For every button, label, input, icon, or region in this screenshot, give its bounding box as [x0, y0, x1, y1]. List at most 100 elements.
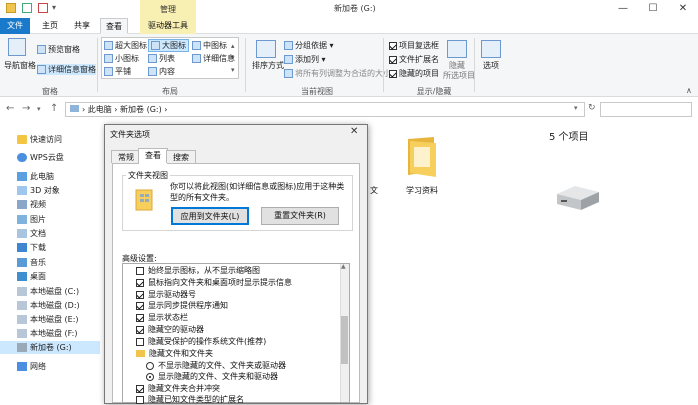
up-arrow-icon[interactable]: ↑ — [50, 103, 58, 114]
option-hide-empty-drives[interactable]: 隐藏空的驱动器 — [136, 324, 204, 335]
layout-list[interactable]: 列表 — [148, 53, 175, 64]
scrollbar-thumb[interactable] — [341, 316, 348, 364]
fit-columns-button[interactable]: 将所有列调整为合适的大小 — [284, 68, 391, 79]
navigation-pane-button[interactable]: 导航窗格 — [4, 60, 36, 71]
maximize-button[interactable]: ☐ — [638, 0, 668, 18]
nav-videos[interactable]: 视频 — [0, 198, 100, 211]
refresh-icon[interactable]: ↻ — [588, 103, 596, 113]
layout-medium[interactable]: 中图标 — [192, 40, 227, 51]
properties-icon[interactable] — [22, 3, 32, 13]
nav-drive-d[interactable]: 本地磁盘 (D:) — [0, 299, 100, 312]
option-label: 显示隐藏的文件、文件夹和驱动器 — [158, 372, 278, 381]
tab-drive-tools[interactable]: 驱动器工具 — [140, 18, 196, 34]
option-show-sync-notifications[interactable]: 显示同步提供程序通知 — [136, 300, 228, 311]
nav-quick-access[interactable]: 快速访问 — [0, 133, 100, 146]
nav-this-pc[interactable]: 此电脑 — [0, 170, 100, 183]
preview-pane-button[interactable]: 预览窗格 — [37, 44, 80, 55]
nav-3d-objects[interactable]: 3D 对象 — [0, 184, 100, 197]
breadcrumb-drive-g[interactable]: 新加卷 (G:) — [120, 105, 162, 114]
dialog-tab-general[interactable]: 常规 — [111, 150, 141, 163]
option-hide-protected-os-files[interactable]: 隐藏受保护的操作系统文件(推荐) — [136, 336, 266, 347]
sort-by-button[interactable]: 排序方式 — [252, 60, 284, 71]
item-checkboxes-toggle[interactable]: 项目复选框 — [389, 40, 439, 51]
nav-label: 本地磁盘 (D:) — [30, 301, 80, 310]
radio-unselected-icon — [146, 361, 154, 370]
nav-drive-e[interactable]: 本地磁盘 (E:) — [0, 313, 100, 326]
option-hide-merge-conflicts[interactable]: 隐藏文件夹合并冲突 — [136, 383, 220, 394]
folder-icon[interactable] — [404, 133, 438, 179]
hidden-items-label: 隐藏的项目 — [399, 69, 439, 78]
nav-drive-f[interactable]: 本地磁盘 (F:) — [0, 327, 100, 340]
checkbox-checked-icon — [136, 325, 144, 334]
hidden-items-toggle[interactable]: 隐藏的项目 — [389, 68, 439, 79]
option-label: 隐藏文件夹合并冲突 — [148, 384, 220, 393]
tab-home[interactable]: 主页 — [36, 18, 64, 34]
nav-network[interactable]: 网络 — [0, 360, 100, 373]
layout-extra-large[interactable]: 超大图标 — [104, 40, 147, 51]
option-show-drive-letters[interactable]: 显示驱动器号 — [136, 289, 196, 300]
option-label: 显示驱动器号 — [148, 290, 196, 299]
option-show-status-bar[interactable]: 显示状态栏 — [136, 312, 188, 323]
tab-view[interactable]: 查看 — [100, 18, 128, 34]
details-pane-label: 详细信息窗格 — [48, 65, 96, 74]
nav-pictures[interactable]: 图片 — [0, 213, 100, 226]
search-input[interactable] — [600, 102, 692, 117]
tab-share[interactable]: 共享 — [68, 18, 96, 34]
add-columns-label: 添加列 — [295, 55, 319, 64]
radio-selected-icon — [146, 372, 154, 381]
nav-label: 音乐 — [30, 258, 46, 267]
layout-tiles[interactable]: 平铺 — [104, 66, 131, 77]
nav-label: 此电脑 — [30, 172, 54, 181]
add-columns-button[interactable]: 添加列 ▾ — [284, 54, 326, 65]
layout-label: 超大图标 — [115, 41, 147, 50]
group-by-button[interactable]: 分组依据 ▾ — [284, 40, 334, 51]
nav-downloads[interactable]: 下载 — [0, 241, 100, 254]
nav-drive-c[interactable]: 本地磁盘 (C:) — [0, 285, 100, 298]
layout-small[interactable]: 小图标 — [104, 53, 139, 64]
back-arrow-icon[interactable]: ← — [6, 103, 14, 114]
star-icon — [17, 135, 27, 144]
nav-desktop[interactable]: 桌面 — [0, 270, 100, 283]
collapse-ribbon-icon[interactable]: ∧ — [686, 86, 692, 95]
new-folder-icon[interactable] — [38, 3, 48, 13]
options-button[interactable]: 选项 — [483, 60, 499, 71]
drive-icon — [17, 287, 27, 296]
forward-arrow-icon[interactable]: → — [22, 103, 30, 114]
reset-folders-button[interactable]: 重置文件夹(R) — [261, 207, 339, 225]
tab-file[interactable]: 文件 — [0, 18, 30, 34]
option-show-pop-up-info[interactable]: 鼠标指向文件夹和桌面项时显示提示信息 — [136, 277, 292, 288]
folder-label[interactable]: 学习资料 — [398, 185, 446, 196]
layout-group-label: 布局 — [162, 87, 178, 96]
preview-pane-label: 预览窗格 — [48, 45, 80, 54]
dialog-tab-view[interactable]: 查看 — [138, 148, 168, 164]
nav-wps-cloud[interactable]: WPS云盘 — [0, 151, 100, 164]
navigation-pane-icon[interactable] — [8, 38, 26, 56]
minimize-button[interactable]: — — [608, 0, 638, 18]
layout-scroll-icon[interactable]: ▴ ▾ ▾ — [231, 40, 235, 76]
layout-details[interactable]: 详细信息 — [192, 53, 235, 64]
file-extensions-toggle[interactable]: 文件扩展名 — [389, 54, 439, 65]
drive-icon[interactable] — [553, 184, 603, 212]
nav-label: 本地磁盘 (F:) — [30, 329, 78, 338]
option-always-show-icons[interactable]: 始终显示图标，从不显示缩略图 — [136, 265, 260, 276]
breadcrumb: › 此电脑 › 新加卷 (G:) › — [82, 105, 168, 114]
breadcrumb-this-pc[interactable]: 此电脑 — [88, 105, 112, 114]
recent-dropdown-icon[interactable]: ▾ — [37, 105, 41, 113]
nav-music[interactable]: 音乐 — [0, 256, 100, 269]
layout-large[interactable]: 大图标 — [148, 39, 189, 52]
close-button[interactable]: ✕ — [668, 0, 698, 18]
address-dropdown-icon[interactable]: ▾ — [574, 104, 578, 112]
nav-documents[interactable]: 文档 — [0, 227, 100, 240]
nav-drive-g[interactable]: 新加卷 (G:) — [0, 341, 100, 354]
dialog-tab-search[interactable]: 搜索 — [166, 150, 196, 163]
dialog-close-button[interactable]: ✕ — [350, 126, 358, 137]
add-columns-icon — [284, 55, 293, 64]
option-show-hidden[interactable]: 显示隐藏的文件、文件夹和驱动器 — [146, 371, 278, 382]
scroll-up-icon[interactable]: ▲ — [341, 263, 346, 270]
small-icons-icon — [104, 54, 113, 63]
layout-content[interactable]: 内容 — [148, 66, 175, 77]
details-pane-button[interactable]: 详细信息窗格 — [37, 64, 96, 75]
quick-access-dropdown-icon[interactable]: ▾ — [52, 3, 56, 12]
option-dont-show-hidden[interactable]: 不显示隐藏的文件、文件夹或驱动器 — [146, 360, 286, 371]
apply-to-folders-button[interactable]: 应用到文件夹(L) — [171, 207, 249, 225]
